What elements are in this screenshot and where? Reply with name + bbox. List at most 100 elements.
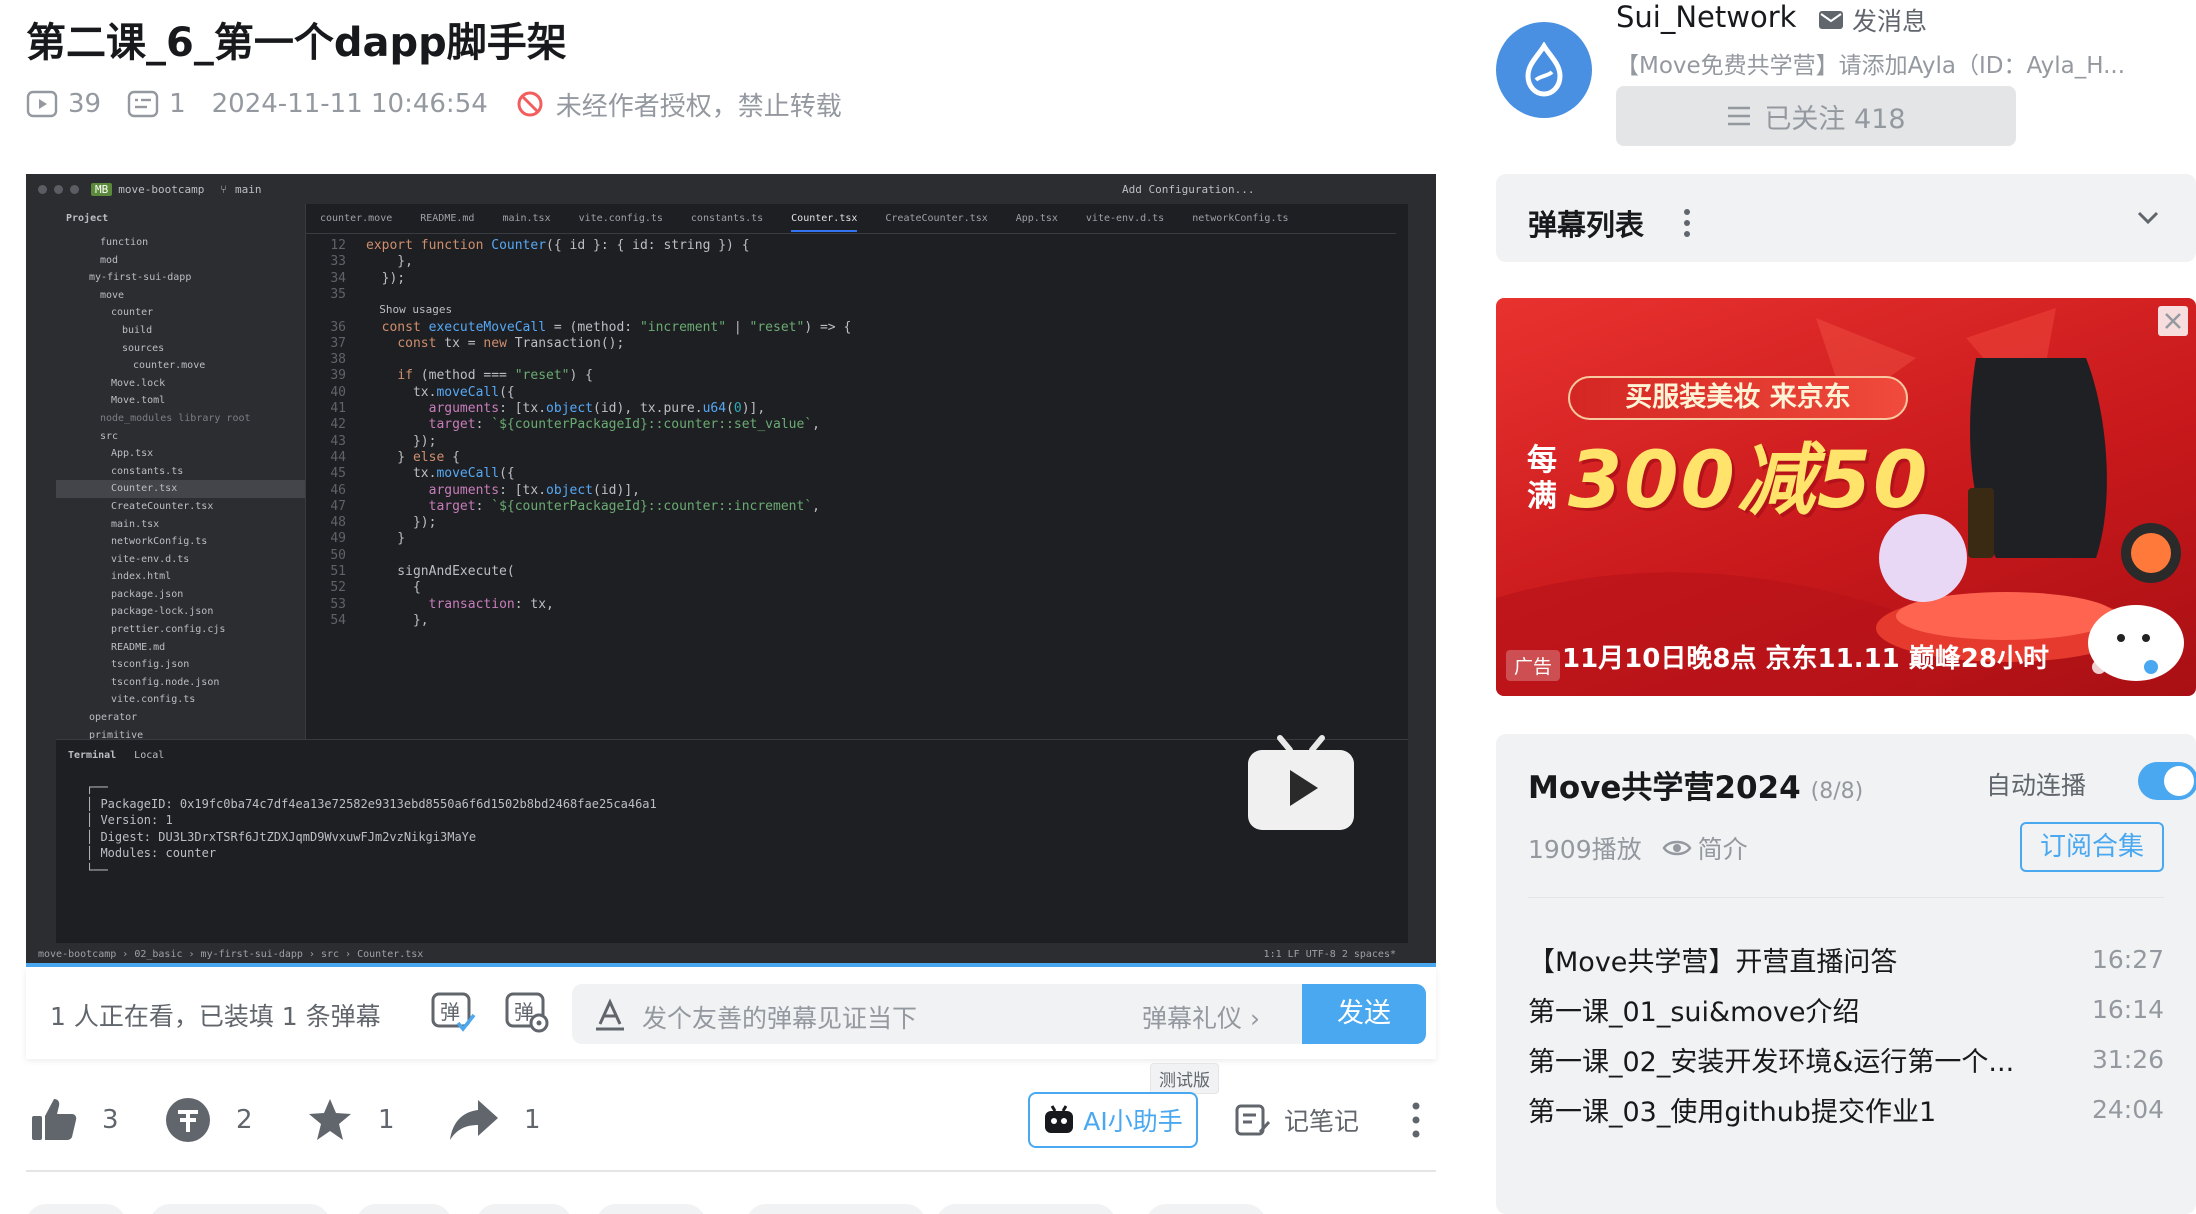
close-icon[interactable] [2158, 306, 2188, 336]
danmaku-settings-icon[interactable]: 弹 [504, 989, 550, 1035]
episode-title: 【Move共学营】开营直播问答 [1528, 946, 1898, 978]
autoplay-toggle[interactable] [2138, 762, 2196, 800]
ai-beta-badge: 测试版 [1150, 1063, 1219, 1094]
ide-code-line: } else { [366, 449, 460, 465]
uploader-description: 【Move免费共学营】请添加Ayla（ID：Ayla_H... [1616, 53, 2126, 79]
tag-pill[interactable] [356, 1204, 452, 1214]
play-count-icon [26, 88, 58, 120]
ide-code-line: } [366, 531, 406, 547]
collection-episode[interactable]: 第一课_03_使用github提交作业1 24:04 [1528, 1084, 2164, 1134]
video-title: 第二课_6_第一个dapp脚手架 [26, 20, 567, 66]
ide-tree-item: App.tsx [111, 448, 154, 460]
views-count: 39 [68, 89, 102, 119]
ide-line-number: 35 [330, 286, 346, 302]
collection-name: Move共学营2024 [1528, 770, 1801, 806]
video-actions: 3 2 1 1 测试版 AI小助手 记笔记 [26, 1063, 1436, 1150]
tag-pill[interactable] [476, 1204, 572, 1214]
ide-terminal-tab: Local [134, 749, 165, 761]
ide-left-toolbar [26, 204, 56, 943]
send-danmaku-button[interactable]: 发送 [1302, 984, 1426, 1044]
ide-tree-item: function [100, 237, 149, 248]
ide-tree-item: tsconfig.node.json [111, 676, 220, 688]
etiquette-label: 弹幕礼仪 [1142, 1004, 1243, 1033]
mail-icon [1819, 11, 1843, 29]
text-style-icon[interactable] [592, 996, 628, 1032]
collection-episode[interactable]: 第一课_02_安装开发环境&运行第一个... 31:26 [1528, 1034, 2164, 1084]
send-message-label: 发消息 [1852, 7, 1928, 36]
carousel-dot[interactable] [2118, 660, 2132, 674]
sui-logo-icon [1525, 42, 1563, 97]
ide-code-editor: 12 export function Counter({ id }: { id: … [306, 234, 1408, 739]
send-message-link[interactable]: 发消息 [1818, 2, 1927, 38]
carousel-dot-active[interactable] [2144, 660, 2158, 674]
collection-intro-link[interactable]: 简介 [1662, 830, 1748, 866]
share-button[interactable]: 1 [448, 1090, 541, 1150]
ide-tree-item: index.html [111, 571, 172, 583]
favorite-button[interactable]: 1 [306, 1090, 395, 1150]
collection-intro-label: 简介 [1697, 835, 1748, 864]
danmaku-toggle-icon[interactable]: 弹 [430, 989, 476, 1035]
collection-episode[interactable]: 【Move共学营】开营直播问答 16:27 [1528, 934, 2164, 984]
subscribe-collection-button[interactable]: 订阅合集 [2020, 822, 2164, 872]
coin-button[interactable]: 2 [164, 1090, 253, 1150]
ide-project-label: Project [66, 213, 109, 224]
ide-editor-tab: Counter.tsx [791, 213, 858, 232]
danmaku-input[interactable]: 发个友善的弹幕见证当下 弹幕礼仪 › 发送 [572, 984, 1426, 1044]
danmaku-etiquette-link[interactable]: 弹幕礼仪 › [1142, 999, 1260, 1035]
ide-terminal-line: └── [86, 862, 108, 877]
ide-tree-item: main.tsx [111, 518, 160, 530]
ide-tree-item: sources [122, 342, 165, 354]
more-options-icon[interactable] [1406, 1100, 1426, 1140]
ide-tree-item: mod [100, 254, 119, 266]
ide-line-number: 34 [330, 270, 346, 286]
coin-icon [166, 1098, 210, 1142]
collection-episode[interactable]: 第一课_01_sui&move介绍 16:14 [1528, 984, 2164, 1034]
ai-assistant-button[interactable]: AI小助手 [1028, 1092, 1198, 1148]
carousel-dots[interactable] [2092, 660, 2158, 674]
chevron-right-icon: › [1249, 1004, 1260, 1033]
chevron-down-icon[interactable] [2136, 208, 2160, 228]
follow-button[interactable]: 已关注 418 [1616, 86, 2016, 146]
ide-line-number: 43 [330, 433, 346, 449]
danmaku-list-menu-icon[interactable] [1682, 208, 1692, 238]
ad-slogan: 买服装美妆 来京东 [1568, 376, 1908, 420]
ad-discount: 300减50 [1568, 436, 1930, 526]
ide-code-line: tx.moveCall({ [366, 384, 515, 400]
tag-pill[interactable] [1146, 1204, 1266, 1214]
ide-code-line: arguments: [tx.object(id), tx.pure.u64(0… [428, 401, 766, 416]
video-player[interactable]: MB move-bootcamp ⑂ main Add Configuratio… [26, 174, 1436, 967]
tag-pill[interactable] [150, 1204, 330, 1214]
share-icon [450, 1100, 498, 1140]
ide-branch: main [234, 182, 262, 196]
uploader-avatar[interactable] [1496, 22, 1592, 118]
views-stat: 39 [26, 88, 101, 120]
carousel-dot[interactable] [2092, 660, 2106, 674]
ide-code-line: const tx = new Transaction(); [397, 335, 625, 351]
ide-line-number: 37 [330, 335, 346, 351]
ide-terminal-line: │ PackageID: 0x19fc0ba74c7df4ea13e72582e… [86, 796, 657, 811]
ide-line-number: 48 [330, 515, 346, 531]
tag-pill[interactable] [936, 1204, 1116, 1214]
ide-line-number: 49 [330, 531, 346, 547]
ide-code-line: }, [366, 612, 429, 628]
collection-progress: (8/8) [1810, 779, 1864, 804]
ide-editor-tab: networkConfig.ts [1192, 213, 1289, 224]
play-icon[interactable] [1246, 732, 1356, 832]
danmaku-list-panel[interactable]: 弹幕列表 [1496, 174, 2196, 262]
uploader-name[interactable]: Sui_Network [1616, 0, 1796, 34]
ide-status-path: move-bootcamp › 02_basic › my-first-sui-… [38, 949, 424, 960]
publish-datetime: 2024-11-11 10:46:54 [211, 89, 488, 119]
autoplay-label: 自动连播 [1986, 771, 2087, 800]
tag-pill[interactable] [26, 1204, 126, 1214]
notes-button[interactable]: 记笔记 [1234, 1090, 1359, 1150]
ide-tree-item: src [100, 430, 119, 442]
tag-pill[interactable] [746, 1204, 926, 1214]
tag-pill[interactable] [596, 1204, 706, 1214]
thumb-up-icon [32, 1099, 77, 1140]
ad-banner[interactable]: 买服装美妆 来京东 每满 300减50 11月10日晚8点 京东11.11 巅峰… [1496, 298, 2196, 696]
like-button[interactable]: 3 [30, 1090, 119, 1150]
ide-editor-tab: main.tsx [502, 213, 551, 224]
ide-line-number: 52 [330, 580, 346, 596]
collection-title[interactable]: Move共学营2024 (8/8) [1528, 762, 1863, 807]
ide-line-number: 54 [330, 612, 346, 628]
